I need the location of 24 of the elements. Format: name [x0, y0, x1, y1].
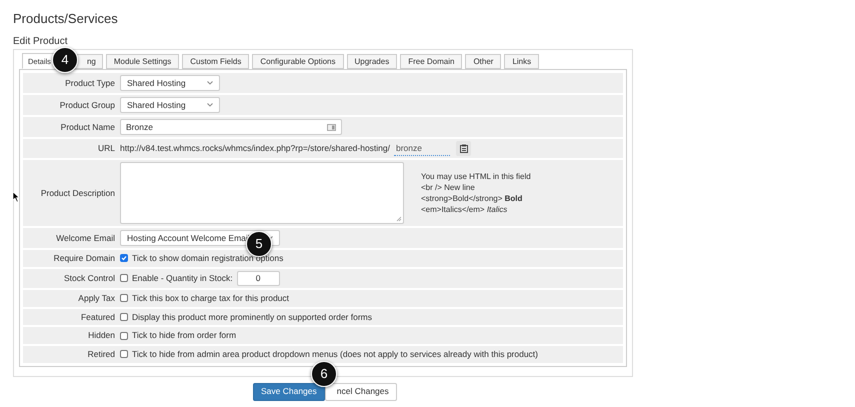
page-title: Products/Services — [13, 11, 119, 27]
field-label: Retired — [86, 348, 116, 361]
field-label: Product Type — [64, 76, 116, 90]
field-label: URL — [96, 142, 116, 155]
field-label: Product Group — [58, 98, 116, 112]
field-label: Featured — [80, 310, 116, 324]
checkbox-label: Tick to hide from admin area product dropdown menus (does not apply to services already with this product) — [132, 348, 538, 361]
url-text: http://v84.test.whmcs.rocks/whmcs/index.php?rp=/store/shared-hosting/ — [120, 142, 390, 155]
field-label: Apply Tax — [77, 292, 116, 304]
checkbox-label: Tick this box to charge tax for this product — [132, 292, 290, 304]
help-text: <br /> New line — [421, 182, 476, 193]
field-label: Require Domain — [52, 252, 116, 265]
section-title: Edit Product — [13, 36, 68, 48]
checkbox-label: Display this product more prominently on supported order forms — [132, 310, 372, 324]
checkbox-label: Enable - Quantity in Stock: — [132, 272, 233, 285]
checkbox-label: Tick to hide from order form — [132, 329, 236, 342]
field-label: Welcome Email — [55, 232, 116, 244]
help-text: <strong>Bold</strong> Bold — [421, 193, 524, 204]
field-label: Product Description — [40, 186, 116, 200]
field-label: Hidden — [87, 329, 116, 342]
help-text: <em>Italics</em> Italics — [421, 204, 508, 215]
help-text: You may use HTML in this field — [421, 171, 531, 182]
field-label: Stock Control — [62, 272, 116, 285]
field-label: Product Name — [60, 120, 116, 134]
